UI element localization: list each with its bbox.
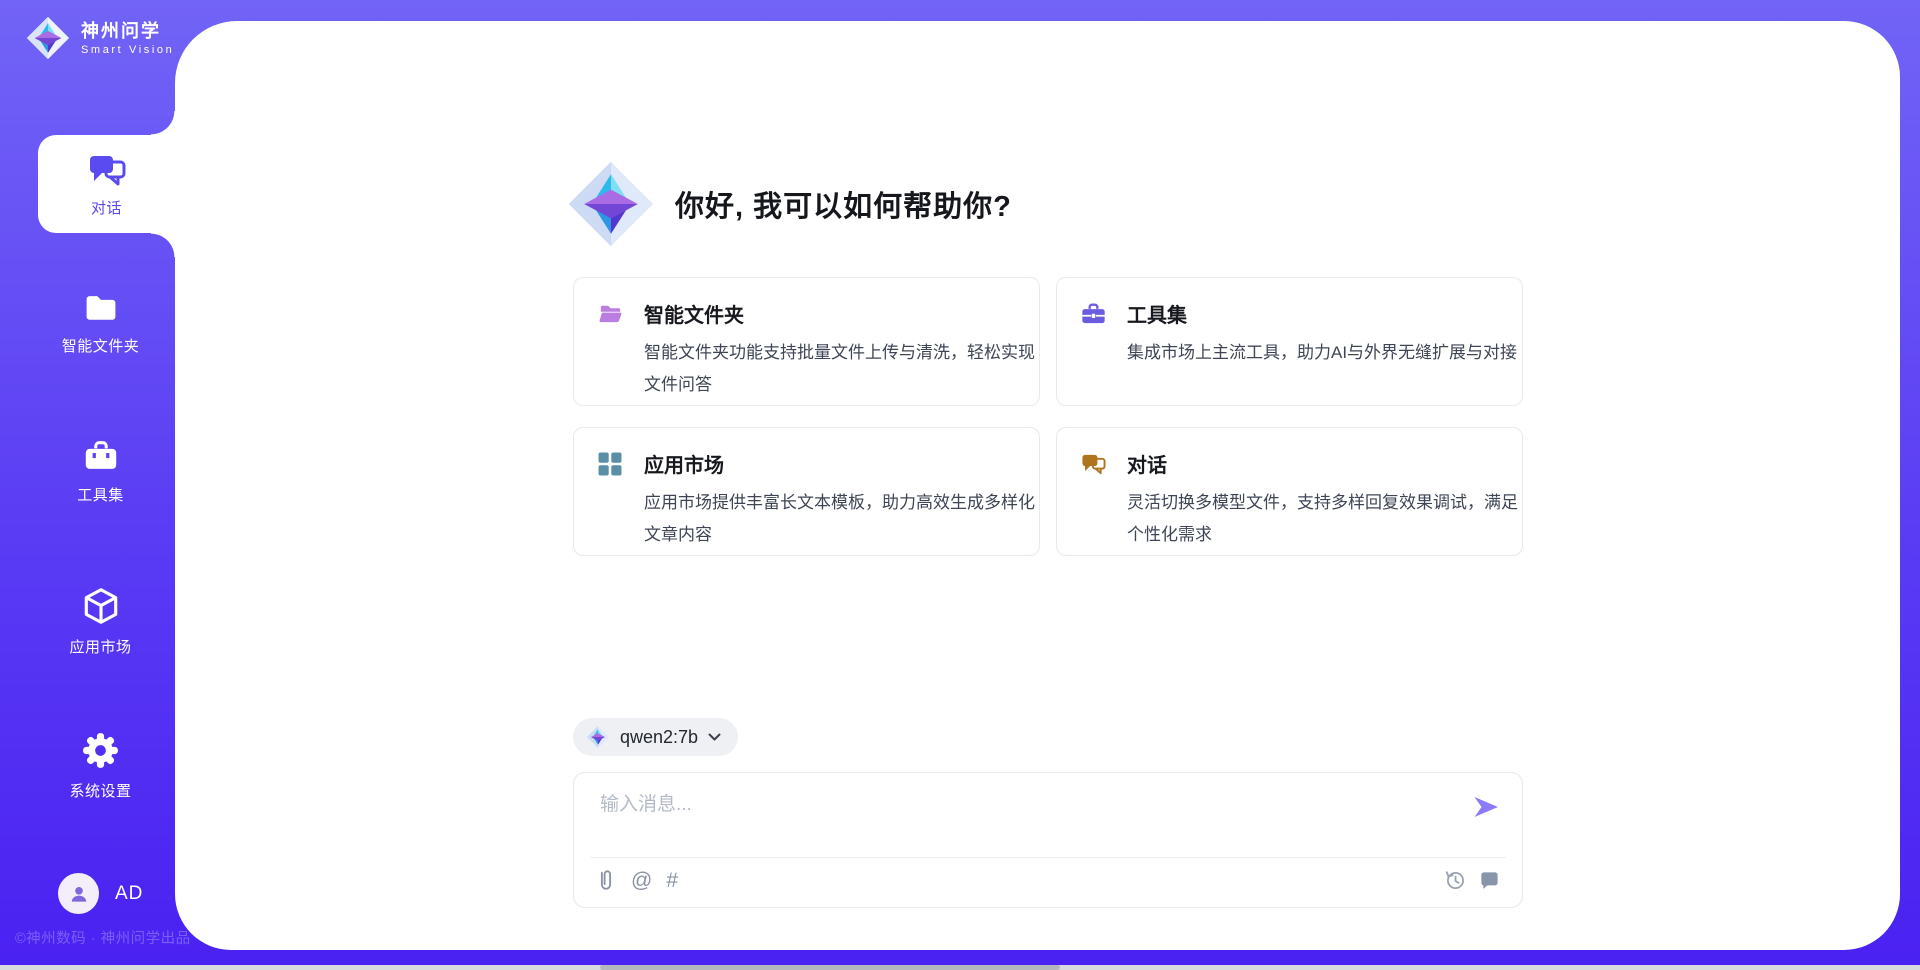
comment-icon	[1479, 870, 1500, 891]
history-icon	[1444, 869, 1466, 891]
hash-icon: #	[666, 869, 678, 893]
send-icon	[1472, 794, 1500, 820]
briefcase-icon	[81, 437, 121, 475]
brand-logo[interactable]: 神州问学 Smart Vision	[25, 15, 174, 61]
greeting-logo-icon	[565, 158, 657, 250]
folder-icon	[81, 290, 121, 326]
card-title: 对话	[1127, 449, 1167, 478]
sidebar-item-settings[interactable]: 系统设置	[13, 730, 188, 801]
card-title: 智能文件夹	[644, 299, 744, 328]
sidebar-item-label: 应用市场	[69, 636, 131, 657]
feature-card-toolset[interactable]: 工具集 集成市场上主流工具，助力AI与外界无缝扩展与对接	[1056, 277, 1523, 406]
sidebar-item-label: 智能文件夹	[62, 335, 140, 356]
sidebar-item-label: 对话	[91, 197, 122, 218]
feature-cards: 智能文件夹 智能文件夹功能支持批量文件上传与清洗，轻松实现文件问答 工具集 集成…	[573, 277, 1523, 556]
card-title: 应用市场	[644, 449, 724, 478]
composer-divider	[590, 857, 1506, 858]
brand-name: 神州问学	[81, 20, 174, 42]
history-button[interactable]	[1444, 869, 1466, 891]
model-name: qwen2:7b	[620, 727, 698, 748]
sidebar-item-chat[interactable]: 对话	[38, 135, 175, 233]
paperclip-icon	[595, 868, 617, 893]
main-panel: 你好, 我可以如何帮助你? 智能文件夹 智能文件夹功能支持批量文件上传与清洗，轻…	[175, 21, 1900, 950]
sidebar-item-label: 系统设置	[69, 780, 131, 801]
card-description: 灵活切换多模型文件，支持多样回复效果调试，满足个性化需求	[1127, 487, 1527, 551]
grid-tiles-icon	[597, 450, 627, 478]
hash-button[interactable]: #	[666, 869, 678, 893]
horizontal-scrollbar[interactable]	[0, 965, 1920, 970]
brand-subtitle: Smart Vision	[81, 44, 174, 56]
card-description: 智能文件夹功能支持批量文件上传与清洗，轻松实现文件问答	[644, 337, 1044, 401]
sidebar-item-label: 工具集	[77, 484, 124, 505]
message-input[interactable]	[600, 789, 1450, 847]
folder-open-icon	[597, 300, 627, 328]
mention-button[interactable]: @	[631, 869, 652, 893]
scrollbar-thumb[interactable]	[600, 965, 1060, 970]
feature-card-chat[interactable]: 对话 灵活切换多模型文件，支持多样回复效果调试，满足个性化需求	[1056, 427, 1523, 556]
chat-bubbles-icon	[86, 150, 128, 190]
model-logo-icon	[586, 725, 610, 749]
feedback-button[interactable]	[1479, 870, 1500, 891]
sidebar-item-toolset[interactable]: 工具集	[13, 437, 188, 505]
person-icon	[68, 883, 90, 905]
card-description: 集成市场上主流工具，助力AI与外界无缝扩展与对接	[1127, 337, 1527, 369]
feature-card-app-market[interactable]: 应用市场 应用市场提供丰富长文本模板，助力高效生成多样化文章内容	[573, 427, 1040, 556]
copyright-text: ©神州数码 · 神州问学出品	[15, 927, 191, 948]
avatar	[58, 873, 99, 914]
gear-icon	[80, 730, 121, 771]
brand-logo-icon	[25, 15, 71, 61]
card-title: 工具集	[1127, 299, 1187, 328]
send-button[interactable]	[1472, 794, 1500, 820]
sidebar-item-app-market[interactable]: 应用市场	[13, 585, 188, 657]
user-initials: AD	[115, 883, 143, 905]
at-icon: @	[631, 869, 652, 893]
model-selector[interactable]: qwen2:7b	[573, 718, 738, 756]
sidebar-item-smart-folders[interactable]: 智能文件夹	[13, 290, 188, 356]
user-profile[interactable]: AD	[58, 873, 143, 914]
greeting-row: 你好, 我可以如何帮助你?	[565, 157, 1012, 251]
briefcase-icon	[1080, 300, 1110, 328]
chevron-down-icon	[708, 733, 721, 741]
feature-card-smart-folders[interactable]: 智能文件夹 智能文件夹功能支持批量文件上传与清洗，轻松实现文件问答	[573, 277, 1040, 406]
chat-bubbles-icon	[1080, 450, 1110, 478]
greeting-title: 你好, 我可以如何帮助你?	[675, 183, 1012, 225]
attach-button[interactable]	[595, 868, 617, 893]
cube-icon	[80, 585, 122, 627]
card-description: 应用市场提供丰富长文本模板，助力高效生成多样化文章内容	[644, 487, 1044, 551]
message-composer: @ #	[573, 772, 1523, 908]
